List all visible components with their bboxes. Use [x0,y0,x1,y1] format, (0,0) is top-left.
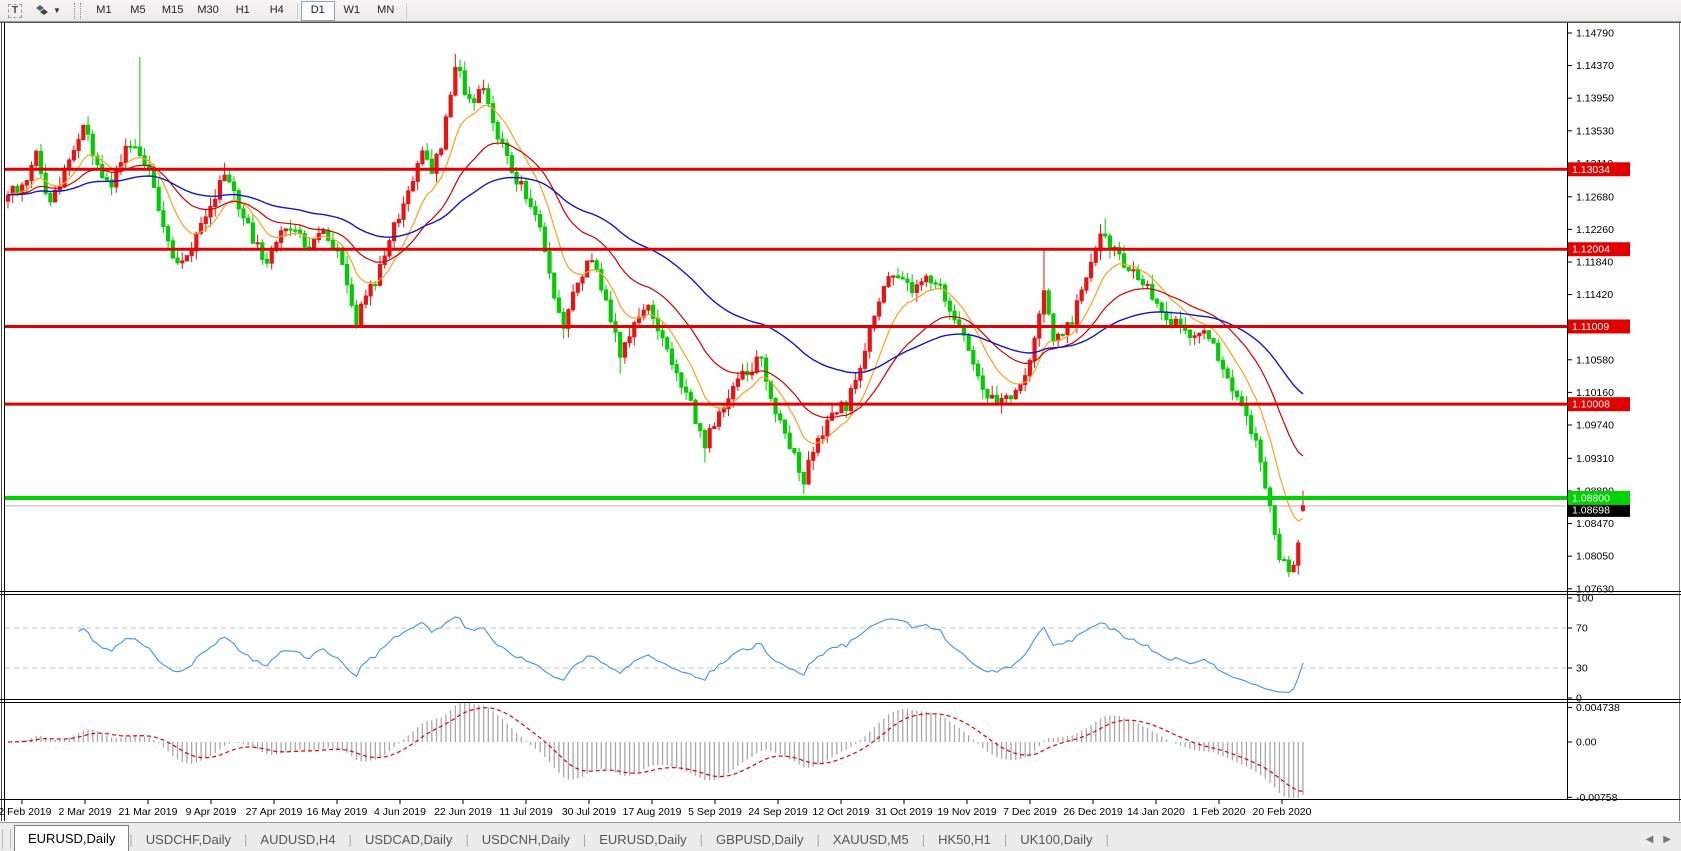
svg-text:1.10580: 1.10580 [1576,354,1614,366]
svg-text:1 Feb 2020: 1 Feb 2020 [1192,806,1245,818]
svg-text:1.08800: 1.08800 [1572,492,1610,504]
svg-text:1.11009: 1.11009 [1572,321,1609,333]
svg-text:1.13950: 1.13950 [1576,93,1614,105]
svg-text:1.12680: 1.12680 [1576,191,1614,203]
svg-text:7 Dec 2019: 7 Dec 2019 [1003,806,1057,818]
svg-text:1.10008: 1.10008 [1572,399,1610,411]
tab-separator: | [1105,832,1109,847]
svg-text:-0.00758: -0.00758 [1576,792,1618,804]
svg-text:1.12260: 1.12260 [1576,224,1614,236]
trading-terminal: T ▼ M1M5M15M30H1H4D1W1MN ▼EURUSD,Daily 1… [0,0,1681,851]
current-price-chip: 1.08698 [1568,502,1630,517]
price-chart-svg: 1.147901.143701.139501.135301.131101.126… [0,22,1681,822]
svg-text:1.13034: 1.13034 [1572,164,1610,176]
svg-text:12 Oct 2019: 12 Oct 2019 [812,806,869,818]
svg-text:26 Dec 2019: 26 Dec 2019 [1063,806,1123,818]
tab-usdchf-daily[interactable]: USDCHF,Daily [133,829,244,851]
svg-text:21 Mar 2019: 21 Mar 2019 [119,806,178,818]
hline-price-chip: 1.12004 [1568,242,1630,257]
svg-text:1.11840: 1.11840 [1576,256,1613,268]
svg-text:22 Jun 2019: 22 Jun 2019 [434,806,492,818]
tab-eurusd-daily[interactable]: EURUSD,Daily [586,829,699,851]
tab-hk50-h1[interactable]: HK50,H1 [925,829,1004,851]
tab-audusd-h4[interactable]: AUDUSD,H4 [247,829,348,851]
hline-price-chip: 1.13034 [1568,162,1630,177]
svg-text:1.12004: 1.12004 [1572,244,1610,256]
tab-uk100-daily[interactable]: UK100,Daily [1007,829,1105,851]
hline-price-chip: 1.11009 [1568,319,1630,334]
svg-text:9 Apr 2019: 9 Apr 2019 [186,806,237,818]
svg-text:2 Mar 2019: 2 Mar 2019 [58,806,111,818]
svg-text:12 Feb 2019: 12 Feb 2019 [0,806,52,818]
svg-text:4 Jun 2019: 4 Jun 2019 [374,806,426,818]
tab-scroll-right-icon[interactable]: ▶ [1663,835,1671,845]
svg-text:1.14370: 1.14370 [1576,60,1614,72]
svg-text:11 Jul 2019: 11 Jul 2019 [499,806,553,818]
chart-tabbar: EURUSD,Daily | USDCHF,Daily | AUDUSD,H4 | USDC… [0,822,1681,851]
svg-text:30 Jul 2019: 30 Jul 2019 [562,806,616,818]
tab-scroll-buttons: ◀ ▶ [1646,835,1671,845]
svg-text:20 Feb 2020: 20 Feb 2020 [1253,806,1312,818]
tab-scroll-left-icon[interactable]: ◀ [1646,835,1654,845]
svg-text:5 Sep 2019: 5 Sep 2019 [688,806,742,818]
svg-text:70: 70 [1576,623,1588,635]
svg-text:1.13530: 1.13530 [1576,125,1614,137]
svg-text:30: 30 [1576,663,1588,675]
tab-usdcnh-daily[interactable]: USDCNH,Daily [469,829,583,851]
tab-list: EURUSD,Daily | USDCHF,Daily | AUDUSD,H4 | USDC… [14,825,1109,851]
svg-text:1.10160: 1.10160 [1576,387,1614,399]
svg-text:27 Apr 2019: 27 Apr 2019 [246,806,303,818]
tab-eurusd-daily[interactable]: EURUSD,Daily [14,825,130,851]
hline-price-chip: 1.10008 [1568,397,1630,412]
svg-text:100: 100 [1576,593,1594,605]
svg-text:1.11420: 1.11420 [1576,289,1613,301]
svg-text:1.09310: 1.09310 [1576,453,1614,465]
svg-text:17 Aug 2019: 17 Aug 2019 [623,806,682,818]
svg-text:0.004738: 0.004738 [1576,702,1620,714]
svg-text:31 Oct 2019: 31 Oct 2019 [875,806,932,818]
tab-xauusd-m5[interactable]: XAUUSD,M5 [820,829,922,851]
svg-text:1.08698: 1.08698 [1572,504,1610,516]
svg-text:19 Nov 2019: 19 Nov 2019 [937,806,997,818]
svg-text:24 Sep 2019: 24 Sep 2019 [748,806,808,818]
svg-text:1.08050: 1.08050 [1576,551,1614,563]
tab-gbpusd-daily[interactable]: GBPUSD,Daily [703,829,816,851]
svg-text:16 May 2019: 16 May 2019 [307,806,368,818]
tab-usdcad-daily[interactable]: USDCAD,Daily [352,829,465,851]
svg-text:1.09740: 1.09740 [1576,419,1614,431]
tabbar-grip[interactable] [2,829,11,849]
hline-price-chip: 1.08800 [1568,490,1630,505]
svg-text:1.08470: 1.08470 [1576,518,1614,530]
svg-text:14 Jan 2020: 14 Jan 2020 [1127,806,1185,818]
svg-text:0.00: 0.00 [1576,737,1597,749]
svg-text:1.14790: 1.14790 [1576,28,1614,40]
